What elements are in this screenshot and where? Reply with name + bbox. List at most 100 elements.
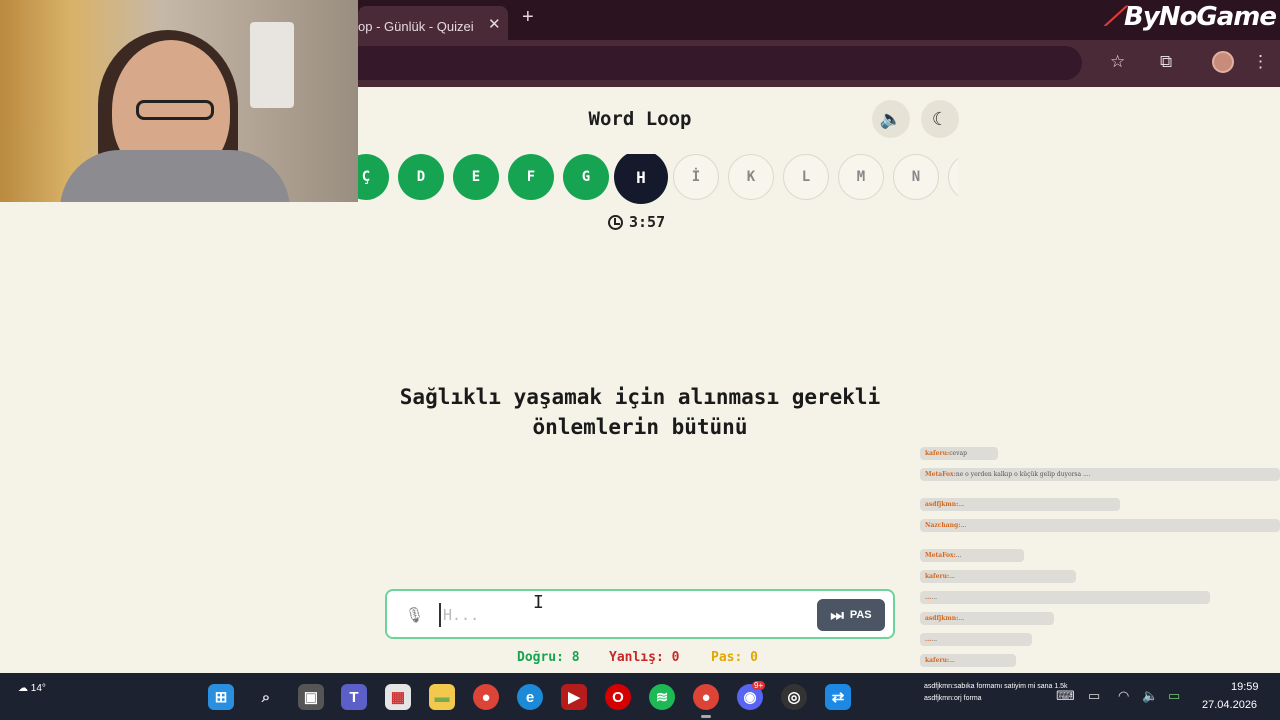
display-icon[interactable]: ▭ <box>1088 688 1100 704</box>
chat-message: kaferu:cevap <box>920 447 998 460</box>
obs-icon[interactable]: ◎ <box>781 684 807 710</box>
chat-text: ... <box>955 552 962 559</box>
question-line-1: Sağlıklı yaşamak için alınması gerekli <box>399 385 881 409</box>
letter-D-button: D <box>398 154 444 200</box>
taskbar-chat-overlay: asdfjkmn:sabıka formamı satiyim mi sana … <box>924 681 1068 705</box>
chat-username: kaferu: <box>925 657 950 664</box>
sound-button[interactable]: 🔈 <box>872 100 910 138</box>
pass-button-label: PAS <box>849 609 872 621</box>
timer: 3:57 <box>608 213 665 231</box>
folder-icon[interactable]: ▬ <box>429 684 455 710</box>
notification-badge: 9+ <box>752 681 766 690</box>
chat-text: ... <box>960 522 967 529</box>
letter-G-button: G <box>563 154 609 200</box>
chat-text: ... <box>958 615 965 622</box>
taskbar-chat-line-1: asdfjkmn:sabıka formamı satiyim mi sana … <box>924 683 1068 690</box>
brand-text: ByNoGame <box>1124 2 1277 32</box>
system-time[interactable]: 19:59 <box>1231 681 1259 693</box>
chat-username: MetaFox: <box>925 471 956 478</box>
profile-avatar[interactable] <box>1212 51 1234 73</box>
skip-icon: ⏭ <box>830 606 844 624</box>
letter-next-button <box>948 154 958 200</box>
background-shirt <box>250 22 294 108</box>
chat-username: kaferu: <box>925 573 950 580</box>
chat-message: MetaFox:... <box>920 549 1024 562</box>
letter-L-button: L <box>783 154 829 200</box>
store-icon[interactable]: ▦ <box>385 684 411 710</box>
stream-chat-overlay: kaferu:cevap MetaFox:ne o yerden kalkıp o… <box>920 447 1280 673</box>
task-view-icon[interactable]: ▣ <box>298 684 324 710</box>
chrome-icon[interactable]: ● <box>473 684 499 710</box>
answer-box: 🎙 ⏭ PAS <box>385 589 895 639</box>
browser-toolbar: ☆ ⧉ ⋮ <box>358 40 1280 87</box>
answer-input[interactable] <box>439 603 809 627</box>
weather-temp: 14° <box>30 683 46 694</box>
star-icon[interactable]: ☆ <box>1110 52 1125 72</box>
opera-icon[interactable]: O <box>605 684 631 710</box>
microphone-icon[interactable]: 🎙 <box>405 606 424 624</box>
text-cursor-icon: I <box>533 592 544 613</box>
letter-H-button: H <box>614 154 668 204</box>
taskbar-chat-line-2: asdfjkmn:orj forma <box>924 695 982 702</box>
menu-icon[interactable]: ⋮ <box>1252 52 1269 72</box>
bynogame-logo: ⟋ByNoGame <box>1104 2 1277 32</box>
close-tab-icon[interactable]: ✕ <box>488 15 501 33</box>
letter-Ç-button: Ç <box>358 154 389 200</box>
chat-text: ne o yerden kalkıp o küçük gelip duyorsa… <box>955 471 1091 478</box>
chat-username: Nazchang: <box>925 522 961 529</box>
app-icon[interactable]: ⇄ <box>825 684 851 710</box>
tab-title: op - Günlük - Quizei <box>358 19 474 34</box>
start-icon[interactable]: ⊞ <box>208 684 234 710</box>
chat-message: kaferu:... <box>920 654 1016 667</box>
extensions-icon[interactable]: ⧉ <box>1160 52 1172 72</box>
system-date[interactable]: 27.04.2026 <box>1202 699 1257 711</box>
timer-value: 3:57 <box>629 213 666 231</box>
letter-E-button: E <box>453 154 499 200</box>
chat-message: kaferu:... <box>920 570 1076 583</box>
volume-icon[interactable]: 🔈 <box>1142 688 1158 704</box>
chat-text: ... <box>949 573 955 580</box>
browser-tabstrip: op - Günlük - Quizei ✕ + ⟋ByNoGame <box>358 0 1280 40</box>
teams-icon[interactable]: T <box>341 684 367 710</box>
webcam-overlay <box>0 0 358 202</box>
correct-count: Doğru: 8 <box>517 650 580 665</box>
browser-tab[interactable]: op - Günlük - Quizei ✕ <box>358 6 508 40</box>
active-app-indicator <box>701 715 711 718</box>
question-line-2: önlemlerin bütünü <box>532 415 748 439</box>
pass-button[interactable]: ⏭ PAS <box>817 599 885 631</box>
letter-İ-button: İ <box>673 154 719 200</box>
battery-icon[interactable]: ▭ <box>1168 688 1180 704</box>
media-player-icon[interactable]: ▶ <box>561 684 587 710</box>
chat-username: asdfjkmn: <box>925 501 959 508</box>
chat-message: asdfjkmn:... <box>920 498 1120 511</box>
page-title: Word Loop <box>588 108 692 130</box>
letter-M-button: M <box>838 154 884 200</box>
chat-username: kaferu: <box>925 450 950 457</box>
edge-icon[interactable]: e <box>517 684 543 710</box>
chat-message: ...... <box>920 591 1210 604</box>
chat-message: asdfjkmn:... <box>920 612 1054 625</box>
chat-message: ...... <box>920 633 1032 646</box>
wrong-count: Yanlış: 0 <box>609 650 680 665</box>
chat-text: ... <box>931 636 938 643</box>
keyboard-icon[interactable]: ⌨ <box>1056 688 1075 704</box>
address-bar[interactable] <box>358 46 1082 80</box>
clock-icon <box>608 214 623 230</box>
chat-text: ... <box>958 501 965 508</box>
moon-icon: ☾ <box>931 108 949 129</box>
new-tab-icon[interactable]: + <box>522 6 534 29</box>
weather-widget[interactable]: ☁ 14° <box>18 683 46 694</box>
search-icon[interactable]: ⌕ <box>253 684 279 710</box>
question-text: Sağlıklı yaşamak için alınması gerekli ö… <box>340 382 940 442</box>
chat-text: ... <box>931 594 938 601</box>
wifi-icon[interactable]: ◠ <box>1118 688 1129 704</box>
letter-ring: ÇDEFGHİKLMN <box>358 154 958 204</box>
speaker-icon: 🔈 <box>879 108 903 129</box>
chrome-profile-icon[interactable]: ● <box>693 684 719 710</box>
streamer-glasses <box>136 100 214 120</box>
spotify-icon[interactable]: ≋ <box>649 684 675 710</box>
theme-button[interactable]: ☾ <box>921 100 959 138</box>
letter-N-button: N <box>893 154 939 200</box>
chat-message: MetaFox:ne o yerden kalkıp o küçük gelip… <box>920 468 1280 481</box>
letter-F-button: F <box>508 154 554 200</box>
